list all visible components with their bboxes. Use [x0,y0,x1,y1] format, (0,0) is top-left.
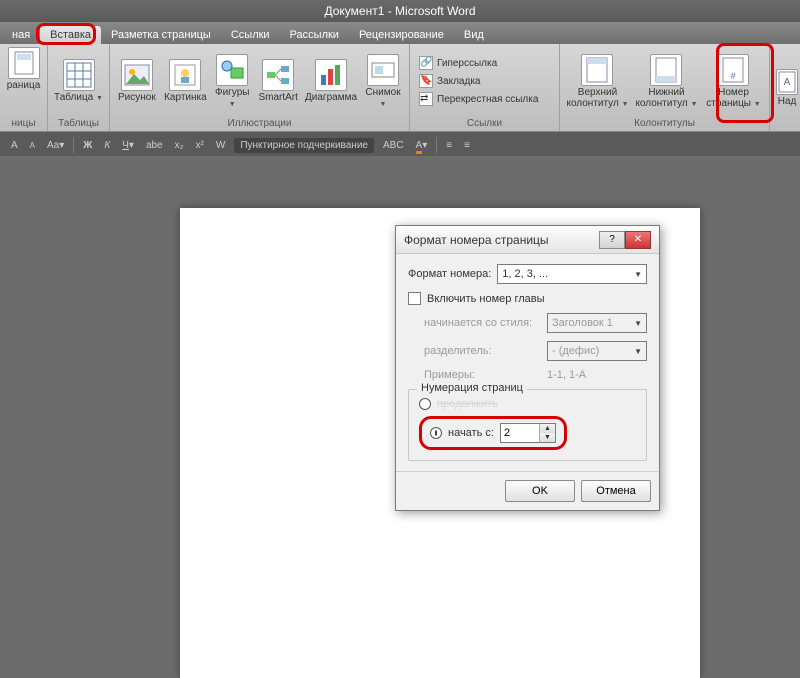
align-left[interactable]: ≡ [443,140,455,151]
footer-button[interactable]: Нижний колонтитул ▼ [635,54,698,109]
group-headers-label: Колонтитулы [560,118,769,131]
svg-text:A: A [784,77,791,88]
window-title: Документ1 - Microsoft Word [0,0,800,22]
superscript-button[interactable]: x² [193,140,207,151]
font-size-down[interactable]: A [27,141,38,150]
chart-button[interactable]: Диаграмма [305,59,357,103]
continue-radio[interactable] [419,398,431,410]
group-tables-label: Таблицы [48,118,109,131]
hyperlink-icon: 🔗 [419,56,433,70]
include-chapter-label: Включить номер главы [427,293,545,305]
bookmark-button[interactable]: 🔖Закладка [416,73,541,89]
smartart-icon [262,59,294,91]
chapter-style-select: Заголовок 1▼ [547,313,647,333]
tab-review[interactable]: Рецензирование [349,26,454,44]
tab-references[interactable]: Ссылки [221,26,280,44]
shapes-icon [216,54,248,86]
font-size-up[interactable]: A [8,140,21,151]
chart-icon [315,59,347,91]
chevron-down-icon: ▼ [622,101,629,108]
crossref-button[interactable]: ⇄Перекрестная ссылка [416,91,541,107]
chevron-down-icon: ▼ [754,101,761,108]
start-at-input[interactable] [501,427,539,439]
svg-text:#: # [731,71,736,81]
change-case[interactable]: Aa▾ [44,140,67,151]
ribbon-tabs: ная Вставка Разметка страницы Ссылки Рас… [0,22,800,44]
dialog-title: Формат номера страницы [404,233,549,247]
page-icon [8,47,40,79]
screenshot-button[interactable]: Снимок ▼ [363,54,403,109]
examples-value: 1-1, 1-A [547,369,647,381]
include-chapter-checkbox[interactable] [408,292,421,305]
tab-page-layout[interactable]: Разметка страницы [101,26,221,44]
bold-button[interactable]: Ж [80,140,95,151]
page-number-button[interactable]: #Номер страницы ▼ [704,54,763,109]
textbox-button[interactable]: AНад [776,69,798,107]
table-icon [63,59,95,91]
separator-select: - (дефис)▼ [547,341,647,361]
chevron-down-icon: ▼ [229,101,236,108]
number-format-select[interactable]: 1, 2, 3, ...▼ [497,264,647,284]
bookmark-icon: 🔖 [419,74,433,88]
subscript-button[interactable]: x₂ [172,140,187,151]
numbering-legend: Нумерация страниц [417,382,527,394]
group-links-label: Ссылки [410,118,559,131]
dotted-underline-button[interactable]: Пунктирное подчеркивание [234,138,374,153]
format-label: Формат номера: [408,268,491,280]
font-color-button[interactable]: A▾ [413,140,431,151]
header-button[interactable]: Верхний колонтитул ▼ [566,54,629,109]
textbox-icon: A [776,69,798,95]
page-number-format-dialog: Формат номера страницы ? ✕ Формат номера… [395,225,660,511]
close-button[interactable]: ✕ [625,231,651,249]
spin-up[interactable]: ▲ [540,424,555,433]
align-center[interactable]: ≡ [461,140,473,151]
italic-button[interactable]: К [101,140,113,151]
ribbon: раница ницы Таблица ▼ Таблицы Рисунок Ка… [0,44,800,132]
start-at-spinner[interactable]: ▲▼ [500,423,556,443]
tab-insert[interactable]: Вставка [40,26,101,44]
chevron-down-icon: ▼ [380,101,387,108]
chevron-down-icon: ▼ [634,270,642,279]
tab-mailings[interactable]: Рассылки [280,26,349,44]
ok-button[interactable]: OK [505,480,575,502]
style-label: начинается со стиля: [424,317,541,329]
screenshot-icon [367,54,399,86]
help-button[interactable]: ? [599,231,625,249]
tab-home-partial[interactable]: ная [2,26,40,44]
group-pages-label: ницы [0,118,47,131]
shapes-button[interactable]: Фигуры ▼ [213,54,251,109]
chevron-down-icon: ▼ [691,101,698,108]
spin-down[interactable]: ▼ [540,433,555,442]
picture-icon [121,59,153,91]
double-underline-button[interactable]: W [213,140,228,151]
start-at-label: начать с: [448,427,494,439]
page-number-icon: # [717,54,749,86]
hyperlink-button[interactable]: 🔗Гиперссылка [416,55,541,71]
mini-toolbar: A A Aa▾ Ж К Ч▾ abe x₂ x² W Пунктирное по… [0,132,800,158]
cover-page-button[interactable]: раница [2,47,46,91]
header-icon [581,54,613,86]
separator-label: разделитель: [424,345,541,357]
picture-button[interactable]: Рисунок [116,59,158,103]
crossref-icon: ⇄ [419,92,433,106]
ruler[interactable] [0,180,800,198]
group-illustrations-label: Иллюстрации [110,118,409,131]
table-button[interactable]: Таблица ▼ [54,59,103,103]
start-at-radio[interactable] [430,427,442,439]
clipart-icon [169,59,201,91]
footer-icon [650,54,682,86]
examples-label: Примеры: [424,369,541,381]
tab-view[interactable]: Вид [454,26,494,44]
underline-button[interactable]: Ч▾ [119,140,137,151]
clipart-button[interactable]: Картинка [164,59,207,103]
smartart-button[interactable]: SmartArt [257,59,299,103]
chevron-down-icon: ▼ [96,95,103,102]
strike-button[interactable]: abe [143,140,166,151]
highlight-button[interactable]: ABC [380,140,407,151]
highlight-start-at: начать с: ▲▼ [419,416,567,450]
cancel-button[interactable]: Отмена [581,480,651,502]
